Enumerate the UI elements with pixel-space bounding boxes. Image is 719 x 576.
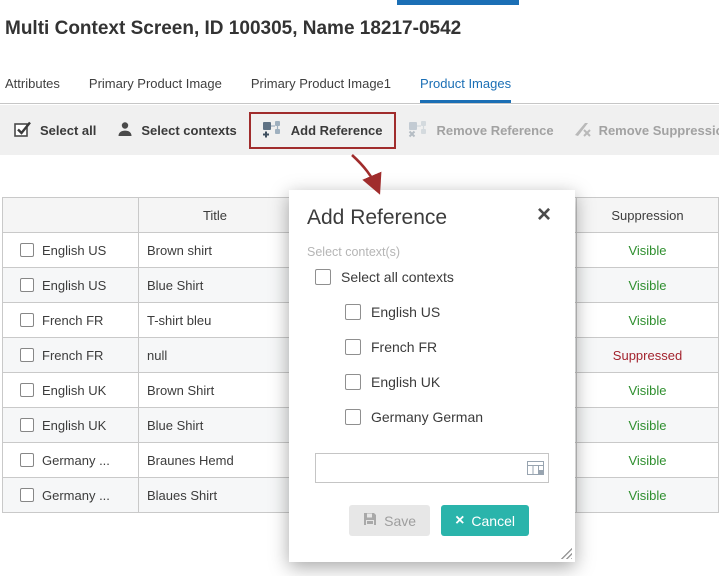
- reference-input[interactable]: [315, 453, 549, 483]
- row-checkbox[interactable]: [20, 313, 34, 327]
- toolbar: Select all Select contexts Add Reference…: [0, 105, 719, 155]
- row-checkbox[interactable]: [20, 243, 34, 257]
- cancel-button[interactable]: × Cancel: [441, 505, 529, 536]
- row-context: English UK: [42, 383, 106, 398]
- suppression-status: Visible: [576, 233, 718, 267]
- row-checkbox[interactable]: [20, 348, 34, 362]
- select-all-contexts-label: Select all contexts: [341, 269, 454, 285]
- context-row[interactable]: English US: [345, 304, 557, 320]
- context-label: English US: [371, 304, 440, 320]
- context-checkbox[interactable]: [345, 304, 361, 320]
- cancel-x-icon: ×: [455, 514, 464, 528]
- remove-reference-button: Remove Reference: [408, 120, 554, 141]
- tab-primary-product-image[interactable]: Primary Product Image: [89, 76, 222, 103]
- context-row[interactable]: French FR: [345, 339, 557, 355]
- select-contexts-hint: Select context(s): [307, 245, 557, 259]
- page-title: Multi Context Screen, ID 100305, Name 18…: [5, 18, 461, 40]
- row-context: Germany ...: [42, 488, 110, 503]
- select-all-button[interactable]: Select all: [13, 120, 96, 141]
- header-suppression: Suppression: [576, 198, 718, 232]
- person-icon: [116, 120, 134, 141]
- header-title: Title: [138, 198, 291, 232]
- suppression-status: Visible: [576, 268, 718, 302]
- row-context: English US: [42, 278, 106, 293]
- remove-suppression-icon: [572, 120, 592, 141]
- add-reference-icon: [262, 120, 284, 141]
- tab-bar: Attributes Primary Product Image Primary…: [0, 70, 719, 104]
- row-title: Brown shirt: [138, 233, 291, 267]
- row-title: null: [138, 338, 291, 372]
- row-title: Blue Shirt: [138, 408, 291, 442]
- context-label: English UK: [371, 374, 440, 390]
- context-label: Germany German: [371, 409, 483, 425]
- top-active-tab-indicator: [397, 0, 519, 5]
- select-all-icon: [13, 120, 33, 141]
- suppression-status: Suppressed: [576, 338, 718, 372]
- dialog-title: Add Reference: [307, 206, 447, 230]
- context-checkbox[interactable]: [345, 409, 361, 425]
- select-all-contexts-row[interactable]: Select all contexts: [315, 269, 557, 285]
- save-label: Save: [384, 513, 416, 529]
- suppression-status: Visible: [576, 373, 718, 407]
- tab-attributes[interactable]: Attributes: [5, 76, 60, 103]
- row-checkbox[interactable]: [20, 278, 34, 292]
- row-context: English UK: [42, 418, 106, 433]
- row-context: French FR: [42, 348, 103, 363]
- remove-reference-label: Remove Reference: [437, 123, 554, 138]
- row-checkbox[interactable]: [20, 383, 34, 397]
- add-reference-dialog: Add Reference × Select context(s) Select…: [289, 190, 575, 562]
- suppression-status: Visible: [576, 443, 718, 477]
- row-title: T-shirt bleu: [138, 303, 291, 337]
- close-icon[interactable]: ×: [537, 206, 551, 224]
- header-checkbox-column: [3, 198, 138, 232]
- value-picker-icon[interactable]: [527, 461, 544, 475]
- suppression-status: Visible: [576, 408, 718, 442]
- remove-suppression-button: Remove Suppression: [572, 120, 719, 141]
- remove-suppression-label: Remove Suppression: [599, 123, 719, 138]
- add-reference-label: Add Reference: [291, 123, 383, 138]
- row-context: Germany ...: [42, 453, 110, 468]
- row-context: French FR: [42, 313, 103, 328]
- save-icon: [363, 512, 377, 529]
- context-row[interactable]: Germany German: [345, 409, 557, 425]
- context-label: French FR: [371, 339, 437, 355]
- save-button[interactable]: Save: [349, 505, 430, 536]
- row-checkbox[interactable]: [20, 418, 34, 432]
- context-checkbox[interactable]: [345, 339, 361, 355]
- cancel-label: Cancel: [471, 513, 515, 529]
- context-checkbox[interactable]: [345, 374, 361, 390]
- remove-reference-icon: [408, 120, 430, 141]
- tab-product-images[interactable]: Product Images: [420, 76, 511, 103]
- row-title: Brown Shirt: [138, 373, 291, 407]
- row-title: Blue Shirt: [138, 268, 291, 302]
- add-reference-button[interactable]: Add Reference: [262, 120, 383, 141]
- row-title: Braunes Hemd: [138, 443, 291, 477]
- resize-handle[interactable]: [560, 547, 572, 559]
- suppression-status: Visible: [576, 478, 718, 512]
- select-contexts-button[interactable]: Select contexts: [116, 120, 236, 141]
- select-all-contexts-checkbox[interactable]: [315, 269, 331, 285]
- row-context: English US: [42, 243, 106, 258]
- multi-context-screen: Multi Context Screen, ID 100305, Name 18…: [0, 0, 719, 576]
- row-title: Blaues Shirt: [138, 478, 291, 512]
- row-checkbox[interactable]: [20, 488, 34, 502]
- suppression-status: Visible: [576, 303, 718, 337]
- context-row[interactable]: English UK: [345, 374, 557, 390]
- tab-primary-product-image1[interactable]: Primary Product Image1: [251, 76, 391, 103]
- select-contexts-label: Select contexts: [141, 123, 236, 138]
- row-checkbox[interactable]: [20, 453, 34, 467]
- select-all-label: Select all: [40, 123, 96, 138]
- annotation-highlight-box: Add Reference: [249, 112, 396, 149]
